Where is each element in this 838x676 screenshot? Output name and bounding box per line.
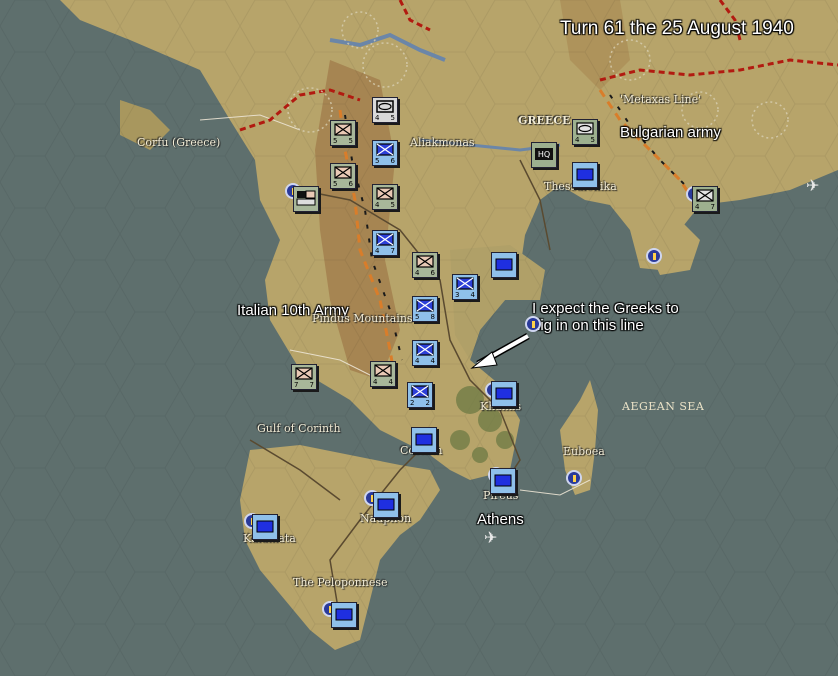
place-aegean: AEGEAN SEA — [622, 400, 705, 413]
place-pindus: Pindus Mountains — [312, 312, 413, 325]
unit-counter-bulgarian-infantry[interactable]: 47 — [692, 186, 718, 212]
label-expect-line: I expect the Greeks to dig in on this li… — [532, 300, 679, 334]
label-bulgarian-army: Bulgarian army — [620, 124, 721, 141]
place-corfu: Corfu (Greece) — [137, 136, 221, 149]
unit-counter-greek-infantry[interactable]: 44 — [412, 340, 438, 366]
unit-counter-greek-garrison[interactable] — [490, 468, 516, 494]
place-gulf-corinth: Gulf of Corinth — [257, 422, 341, 435]
place-metaxas-line: 'Metaxas Line' — [620, 93, 702, 106]
unit-counter-italian-infantry[interactable]: 46 — [412, 252, 438, 278]
unit-counter-greek-infantry[interactable]: 22 — [407, 382, 433, 408]
airfield-icon[interactable]: ✈ — [484, 528, 497, 547]
unit-counter-italian-infantry[interactable]: 55 — [330, 120, 356, 146]
unit-counter-armor[interactable]: 45 — [372, 97, 398, 123]
unit-counter-greek-infantry[interactable]: 34 — [452, 274, 478, 300]
port-icon[interactable] — [646, 248, 662, 264]
unit-counter-greek-garrison[interactable] — [373, 492, 399, 518]
airfield-icon[interactable]: ✈ — [806, 176, 819, 195]
unit-counter-italian-infantry[interactable]: 45 — [372, 184, 398, 210]
svg-text:HQ: HQ — [538, 150, 550, 159]
place-peloponnese: The Peloponnese — [293, 576, 388, 589]
place-aliakmonas: Aliakmonas — [410, 136, 475, 149]
game-map[interactable]: Turn 61 the 25 August 1940 Bulgarian arm… — [0, 0, 838, 676]
unit-counter-greek-infantry[interactable]: 47 — [372, 230, 398, 256]
place-euboea: Euboea — [563, 445, 605, 458]
unit-counter-greek-infantry[interactable]: 58 — [412, 296, 438, 322]
unit-counter-greek-garrison[interactable] — [491, 381, 517, 407]
port-icon[interactable] — [566, 470, 582, 486]
unit-counter-italian-infantry[interactable]: 56 — [330, 163, 356, 189]
unit-counter-bulgarian-armor[interactable]: 45 — [572, 119, 598, 145]
port-icon[interactable] — [525, 316, 541, 332]
label-athens: Athens — [477, 511, 524, 528]
unit-counter-italian-infantry[interactable]: 44 — [370, 361, 396, 387]
unit-counter-greek-garrison[interactable] — [491, 252, 517, 278]
unit-counter-greek-infantry[interactable]: 56 — [372, 140, 398, 166]
unit-counter-greek-garrison[interactable] — [252, 514, 278, 540]
unit-counter-italian-mixed[interactable] — [293, 186, 319, 212]
unit-counter-greek-garrison[interactable] — [331, 602, 357, 628]
unit-counter-italian-infantry[interactable]: 77 — [291, 364, 317, 390]
unit-counter-greek-garrison[interactable] — [411, 427, 437, 453]
turn-title: Turn 61 the 25 August 1940 — [560, 18, 794, 39]
unit-counter-hq[interactable]: HQ — [531, 142, 557, 168]
place-greece: GREECE — [518, 114, 571, 127]
unit-counter-greek-garrison[interactable] — [572, 162, 598, 188]
terrain-layer — [0, 0, 838, 676]
